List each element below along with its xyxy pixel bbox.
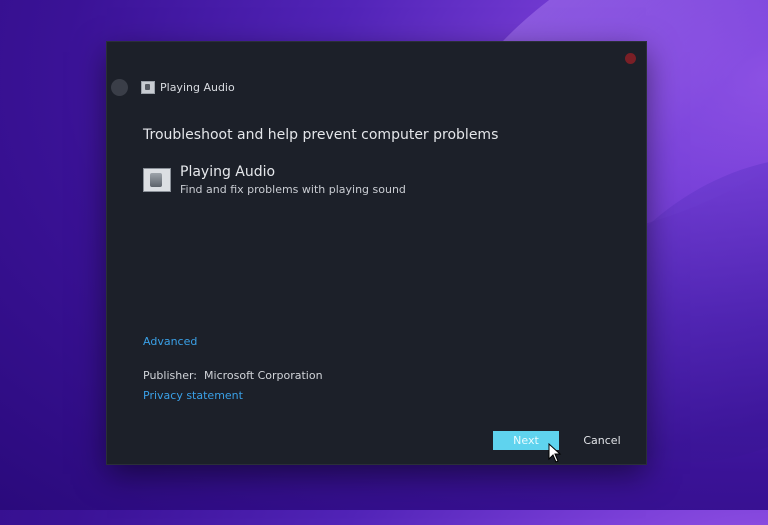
window-title: Playing Audio — [160, 81, 235, 94]
back-arrow-icon[interactable] — [111, 79, 128, 96]
advanced-link[interactable]: Advanced — [143, 335, 197, 348]
privacy-statement-link[interactable]: Privacy statement — [143, 389, 243, 402]
troubleshooter-description: Find and fix problems with playing sound — [180, 183, 406, 196]
mouse-pointer-icon — [548, 443, 562, 463]
publisher-value: Microsoft Corporation — [204, 369, 323, 382]
cancel-button[interactable]: Cancel — [575, 431, 629, 450]
troubleshooter-dialog: Playing Audio Troubleshoot and help prev… — [107, 42, 646, 464]
speaker-icon — [143, 168, 171, 192]
publisher-label: Publisher: — [143, 369, 198, 382]
troubleshooter-title: Playing Audio — [180, 164, 276, 180]
page-heading: Troubleshoot and help prevent computer p… — [143, 127, 499, 143]
speaker-icon — [141, 81, 155, 94]
close-icon[interactable] — [625, 53, 636, 64]
publisher-info: Publisher: Microsoft Corporation — [143, 369, 323, 382]
